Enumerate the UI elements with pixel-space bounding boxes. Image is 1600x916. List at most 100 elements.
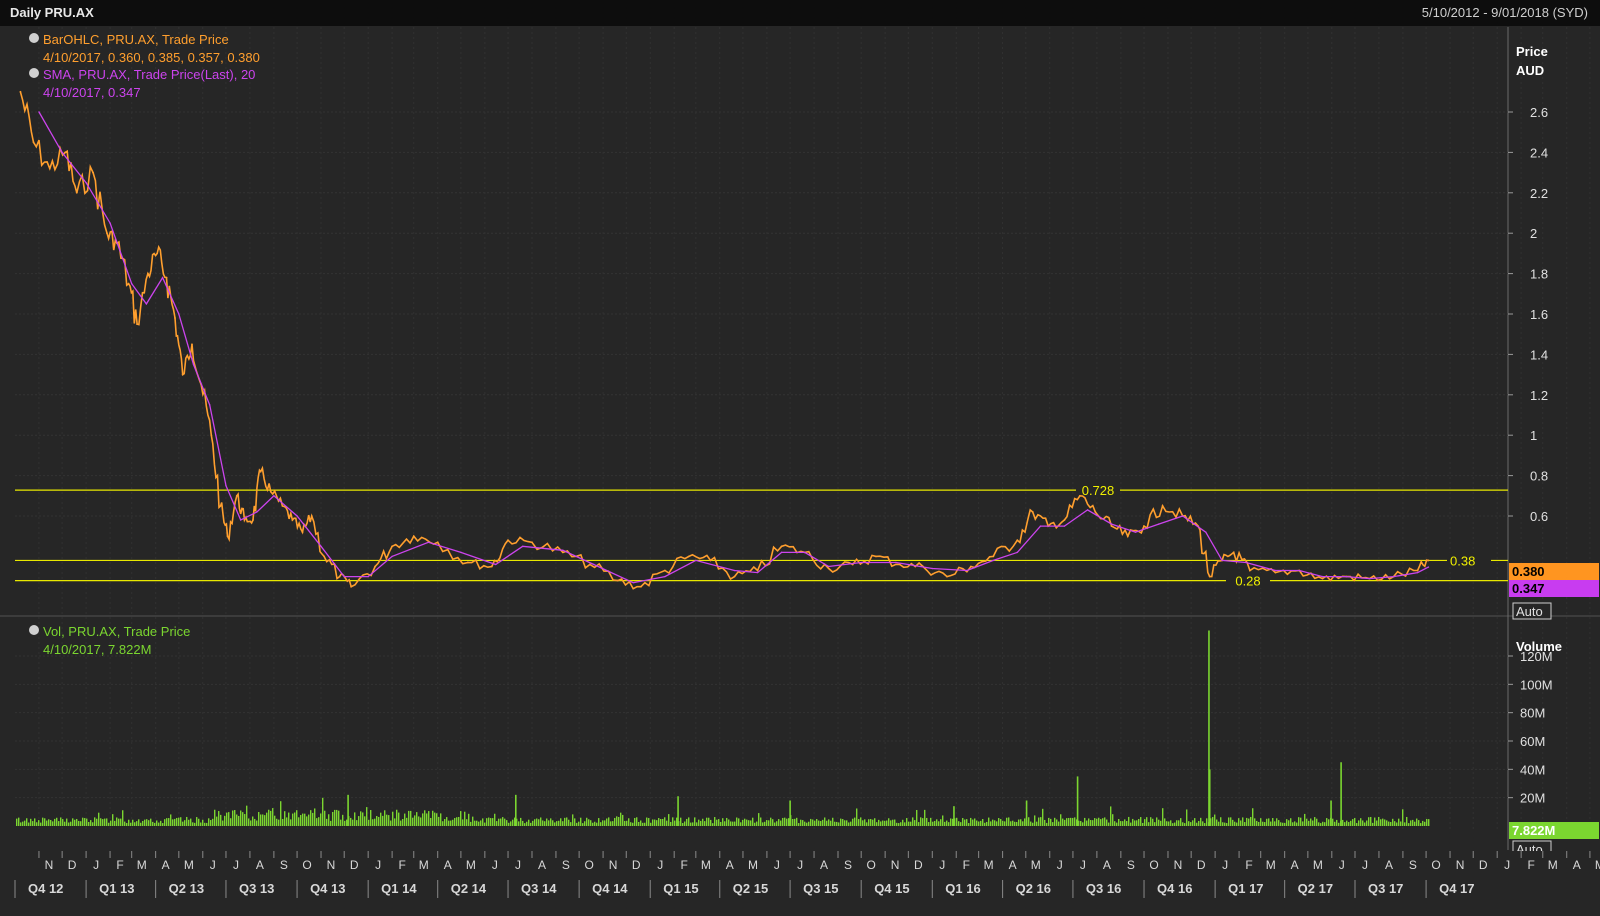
month-label: M bbox=[184, 858, 194, 872]
volume-bar bbox=[54, 818, 56, 826]
legend-toggle-icon[interactable] bbox=[29, 33, 39, 43]
volume-bar bbox=[792, 818, 794, 826]
volume-bar bbox=[244, 814, 246, 826]
volume-bar bbox=[264, 815, 266, 826]
volume-bar bbox=[686, 818, 688, 826]
volume-bar bbox=[1262, 821, 1264, 826]
volume-bar bbox=[376, 816, 378, 826]
sma-point bbox=[109, 222, 111, 224]
volume-bar bbox=[24, 820, 26, 826]
price-point bbox=[561, 551, 564, 554]
sma-point bbox=[273, 495, 275, 497]
volume-bar bbox=[238, 815, 240, 826]
volume-bar bbox=[1066, 818, 1068, 826]
volume-bar bbox=[190, 818, 192, 826]
volume-bar bbox=[1390, 821, 1392, 826]
volume-tick-label: 20M bbox=[1520, 791, 1545, 806]
volume-bar bbox=[1020, 819, 1022, 826]
volume-bar bbox=[1368, 817, 1370, 826]
volume-bar bbox=[1366, 820, 1368, 826]
volume-bar bbox=[778, 819, 780, 826]
volume-bar bbox=[1110, 806, 1112, 826]
sma-point bbox=[320, 545, 322, 547]
chart-canvas[interactable]: 0.728 0.38 0.28 BarOHLC, PRU.AX, Trade Pri… bbox=[0, 0, 1600, 916]
legend-toggle-icon[interactable] bbox=[29, 625, 39, 635]
month-label: F bbox=[681, 858, 688, 872]
sma-point bbox=[733, 569, 736, 572]
quarter-label: Q2 16 bbox=[1016, 881, 1051, 896]
price-point bbox=[310, 515, 313, 517]
volume-bar bbox=[834, 821, 836, 826]
volume-bar bbox=[684, 821, 686, 826]
volume-bar bbox=[884, 820, 886, 826]
volume-bar bbox=[1170, 820, 1172, 826]
volume-bar bbox=[558, 820, 560, 826]
volume-bar bbox=[730, 821, 732, 826]
volume-bar bbox=[788, 818, 790, 826]
volume-bar bbox=[782, 817, 784, 826]
volume-bar bbox=[200, 822, 202, 826]
sma-point bbox=[860, 561, 862, 564]
volume-bar bbox=[1102, 818, 1104, 826]
volume-bar bbox=[576, 822, 578, 826]
price-point bbox=[1016, 539, 1019, 542]
volume-bar bbox=[30, 818, 32, 826]
sma-point bbox=[239, 519, 242, 521]
volume-bar bbox=[1152, 818, 1154, 826]
month-label: O bbox=[302, 858, 311, 872]
sma-point bbox=[192, 363, 195, 366]
sma-point bbox=[695, 559, 697, 562]
legend-toggle-icon[interactable] bbox=[29, 68, 39, 78]
price-auto-label: Auto bbox=[1516, 604, 1543, 619]
sma-point bbox=[1181, 515, 1184, 517]
volume-bar bbox=[1350, 820, 1352, 826]
volume-bar bbox=[612, 821, 614, 826]
volume-bar bbox=[962, 817, 964, 826]
volume-bar bbox=[94, 817, 96, 826]
sma-point bbox=[1110, 523, 1113, 525]
volume-bar bbox=[1176, 820, 1178, 826]
price-point bbox=[687, 555, 690, 558]
price-point bbox=[1110, 525, 1113, 527]
volume-bar bbox=[1160, 820, 1162, 826]
volume-bar bbox=[1382, 818, 1384, 826]
volume-bar bbox=[456, 817, 458, 826]
volume-bar bbox=[850, 821, 852, 826]
price-point bbox=[226, 535, 229, 538]
volume-bar bbox=[498, 818, 500, 826]
volume-bar bbox=[1292, 822, 1294, 826]
volume-bar bbox=[132, 819, 134, 826]
volume-bar bbox=[738, 818, 740, 826]
volume-panel[interactable] bbox=[15, 618, 1508, 844]
volume-bar bbox=[404, 813, 406, 826]
volume-bar bbox=[396, 809, 398, 826]
price-point bbox=[507, 539, 509, 542]
volume-bar bbox=[1150, 817, 1152, 826]
volume-bar bbox=[282, 818, 284, 826]
volume-bar bbox=[306, 816, 308, 826]
volume-bar bbox=[1060, 814, 1062, 826]
volume-bar bbox=[112, 814, 114, 826]
volume-bar bbox=[478, 821, 480, 826]
month-label: M bbox=[748, 858, 758, 872]
volume-bar bbox=[1010, 821, 1012, 826]
volume-bar bbox=[1158, 819, 1160, 826]
volume-bar bbox=[272, 808, 274, 826]
volume-bar bbox=[1136, 820, 1138, 826]
volume-bar bbox=[926, 817, 928, 826]
volume-bar bbox=[548, 820, 550, 826]
month-label: J bbox=[233, 858, 239, 872]
volume-bar bbox=[528, 819, 530, 826]
quarter-label: Q3 15 bbox=[803, 881, 838, 896]
price-panel[interactable] bbox=[15, 27, 1508, 614]
volume-bar bbox=[1048, 817, 1050, 826]
volume-bar bbox=[560, 818, 562, 826]
volume-bar bbox=[1402, 809, 1404, 826]
volume-bar bbox=[442, 821, 444, 826]
volume-bar bbox=[554, 822, 556, 826]
volume-bar bbox=[452, 819, 454, 826]
sma-point bbox=[522, 545, 524, 547]
month-label: O bbox=[1149, 858, 1158, 872]
quarter-label: Q1 13 bbox=[99, 881, 134, 896]
volume-bar bbox=[938, 821, 940, 826]
